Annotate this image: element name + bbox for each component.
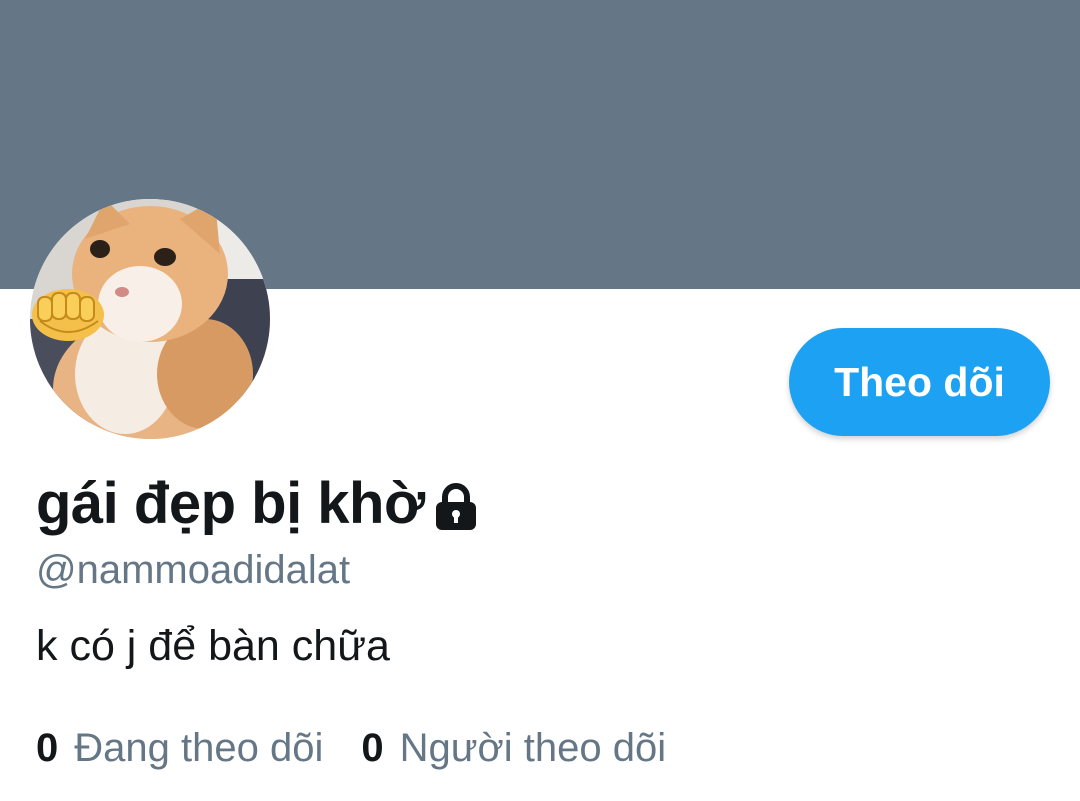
followers-label: Người theo dõi [399, 726, 667, 770]
follow-button[interactable]: Theo dõi [789, 328, 1050, 436]
profile-name-row: gái đẹp bị khờ [36, 470, 479, 537]
following-label: Đang theo dõi [74, 726, 324, 770]
lock-icon [433, 483, 479, 536]
display-name: gái đẹp bị khờ [36, 471, 425, 536]
following-count: 0 [36, 726, 59, 770]
profile-handle: @nammoadidalat [36, 548, 351, 592]
profile-stats: 0 Đang theo dõi 0 Người theo dõi [36, 726, 704, 771]
profile-page: Theo dõi gái đẹp bị khờ @nammoadidalat k… [0, 0, 1080, 801]
avatar-photo [30, 199, 270, 439]
followers-stat[interactable]: 0 Người theo dõi [361, 726, 666, 771]
followers-count: 0 [361, 726, 384, 770]
profile-bio: k có j để bàn chữa [36, 622, 390, 670]
following-stat[interactable]: 0 Đang theo dõi [36, 726, 323, 771]
avatar[interactable] [30, 199, 270, 439]
